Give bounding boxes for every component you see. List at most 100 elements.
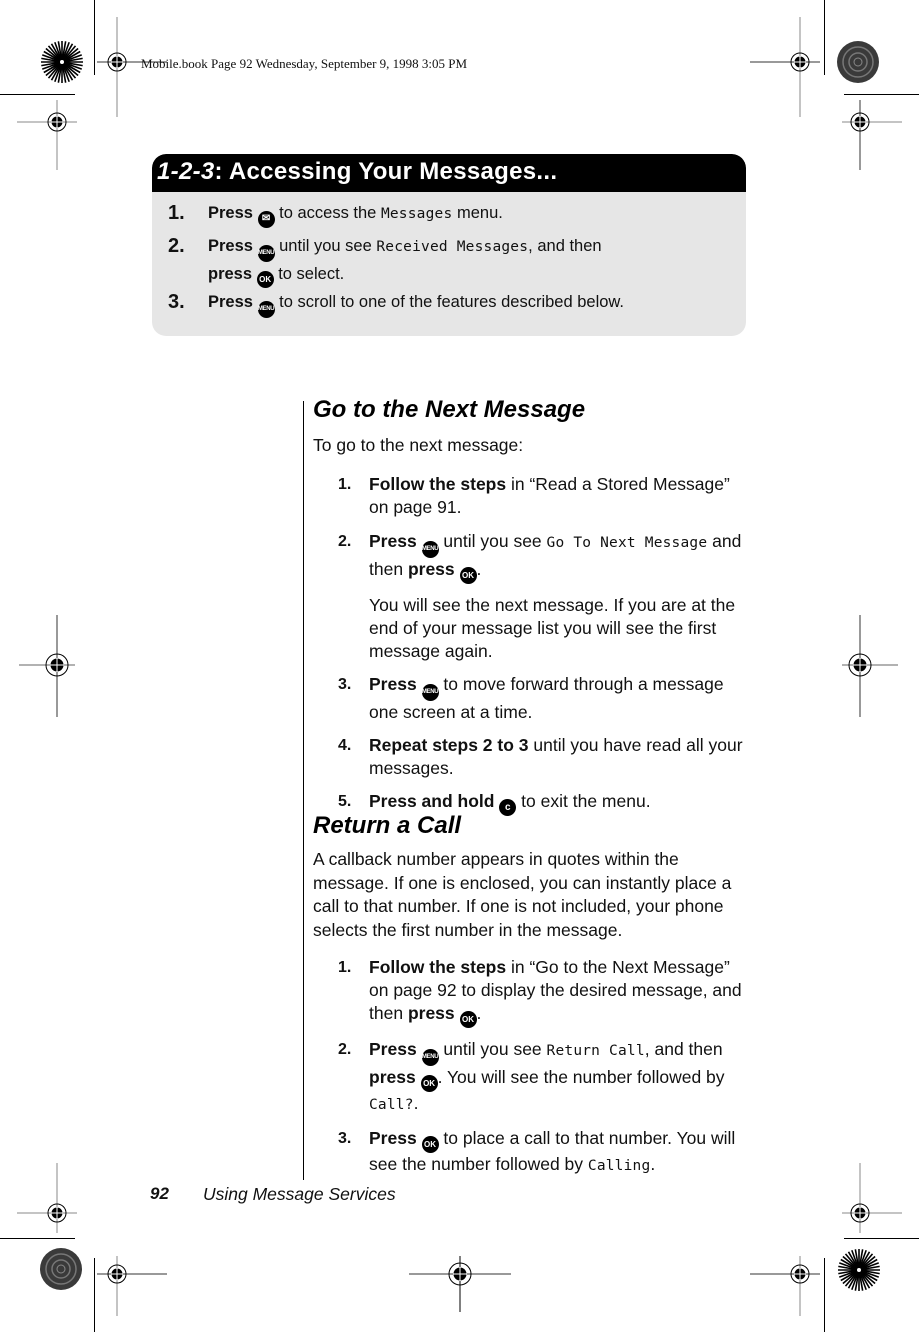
- step-text: Follow the steps in “Read a Stored Messa…: [369, 474, 730, 517]
- bold-text: Repeat steps 2 to 3: [369, 734, 529, 755]
- bold-text: Press: [369, 530, 422, 551]
- registration-mark-icon: [97, 1256, 167, 1316]
- menu-icon: MENU: [421, 1049, 439, 1066]
- list-item: 3. Press OK to place a call to that numbe…: [313, 1127, 749, 1178]
- registration-mark-icon: [409, 1256, 511, 1312]
- plain-text: . You will see the number followed by: [437, 1067, 725, 1087]
- plain-text: .: [476, 1003, 482, 1023]
- crop-mark: [824, 0, 825, 75]
- plain-text: .: [413, 1093, 419, 1113]
- menu-icon: MENU: [257, 301, 275, 318]
- plain-text: menu.: [452, 204, 503, 222]
- plain-text: to exit the menu.: [516, 790, 651, 811]
- crop-mark: [94, 1258, 95, 1332]
- ok-icon: OK: [256, 271, 274, 288]
- step-number: 4.: [338, 736, 352, 754]
- envelope-icon: ✉: [257, 211, 275, 228]
- crop-mark: [94, 0, 95, 75]
- section-heading: Return a Call: [313, 812, 462, 839]
- menu-icon: MENU: [421, 540, 439, 558]
- step-number: 1.: [338, 475, 352, 493]
- bold-text: Follow the steps: [369, 473, 507, 494]
- crop-mark: [0, 1238, 75, 1239]
- ok-icon: OK: [421, 1136, 439, 1153]
- crop-mark: [824, 1258, 825, 1332]
- list-item: 1. Follow the steps in “Go to the Next Me…: [313, 956, 749, 1028]
- list-item: 3. Press MENU to move forward through a m…: [313, 673, 749, 724]
- registration-mark-icon: [842, 1163, 902, 1233]
- plain-text: , and then: [644, 1039, 723, 1059]
- step-text: Follow the steps in “Go to the Next Mess…: [369, 957, 742, 1028]
- starburst-target-icon: [41, 41, 83, 83]
- plain-text: until you see: [438, 1039, 547, 1059]
- plain-text: to access the: [274, 204, 381, 222]
- step-text: Press MENU to scroll to one of the featu…: [208, 290, 746, 318]
- bold-text: press: [208, 265, 257, 283]
- print-slug: Mobile.book Page 92 Wednesday, September…: [141, 56, 468, 71]
- gray-target-icon: [40, 1248, 82, 1290]
- bold-text: Press: [369, 1039, 422, 1059]
- section-next-message: Go to the Next Message To go to the next…: [313, 396, 749, 816]
- step-text: Press OK to place a call to that number.…: [369, 1128, 735, 1174]
- registration-mark-icon: [842, 615, 898, 717]
- step-text: Repeat steps 2 to 3 until you have read …: [369, 735, 743, 778]
- display-text: Call?: [369, 1097, 414, 1113]
- plain-text: until you see: [438, 530, 547, 551]
- page-number: 92: [150, 1184, 169, 1203]
- registration-mark-icon: [17, 100, 77, 170]
- step-text: Press MENU until you see Return Call, an…: [369, 1039, 725, 1113]
- registration-mark-icon: [750, 17, 820, 117]
- list-item: 1. Follow the steps in “Read a Stored Mes…: [313, 473, 749, 519]
- plain-text: , and then: [528, 237, 602, 255]
- registration-mark-icon: [842, 100, 902, 170]
- step-number: 5.: [338, 792, 352, 810]
- list-item: 2. Press MENU until you see Return Call, …: [313, 1038, 749, 1117]
- step-number: 2.: [338, 532, 352, 550]
- plain-text: to move forward through a message one sc…: [369, 673, 724, 722]
- plain-text: .: [476, 558, 482, 579]
- plain-text: until you see: [274, 237, 377, 255]
- bold-text: Press: [369, 673, 422, 694]
- title-prefix: 1-2-3: [157, 158, 215, 185]
- ok-icon: OK: [459, 1011, 477, 1028]
- bold-text: press: [369, 1067, 421, 1087]
- registration-mark-icon: [750, 1256, 820, 1316]
- section-heading: Go to the Next Message: [313, 396, 586, 423]
- display-text: Calling: [587, 1158, 651, 1174]
- section-intro: A callback number appears in quotes with…: [313, 849, 732, 940]
- step-number: 2.: [338, 1041, 352, 1058]
- quick-steps-box: 1-2-3: Accessing Your Messages... 1. Pres…: [152, 154, 746, 336]
- crop-mark: [0, 94, 75, 95]
- title-rest: : Accessing Your Messages...: [214, 158, 558, 185]
- ok-icon: OK: [459, 566, 477, 584]
- bold-text: press: [407, 1003, 460, 1023]
- list-item: 4. Repeat steps 2 to 3 until you have rea…: [313, 734, 749, 780]
- bold-text: press: [407, 558, 460, 579]
- bold-text: Follow the steps: [369, 957, 507, 977]
- starburst-target-icon: [838, 1249, 880, 1291]
- step-number: 3.: [338, 1130, 352, 1147]
- plain-text: to place a call to that number. You will…: [369, 1128, 736, 1174]
- list-item: 2. Press MENU until you see Go To Next Me…: [313, 530, 749, 663]
- display-text: Messages: [380, 206, 453, 222]
- step-text: Press MENU to move forward through a mes…: [369, 674, 724, 722]
- plain-text: to select.: [273, 265, 345, 283]
- step-number: 3.: [168, 291, 185, 313]
- step-text: Press ✉ to access the Messages menu.: [208, 201, 746, 228]
- step-number: 1.: [168, 202, 185, 224]
- plain-text: .: [650, 1154, 656, 1174]
- column-rule: [303, 401, 304, 1180]
- plain-text: to scroll to one of the features describ…: [274, 293, 625, 311]
- registration-mark-icon: [19, 615, 75, 717]
- step-number: 2.: [168, 235, 185, 257]
- quick-steps-title: 1-2-3: Accessing Your Messages...: [152, 154, 746, 192]
- step-note: You will see the next message. If you ar…: [369, 594, 736, 661]
- registration-mark-icon: [17, 1163, 77, 1233]
- menu-icon: MENU: [257, 245, 275, 262]
- section-return-call: Return a Call A callback number appears …: [313, 812, 749, 1178]
- bold-text: Press: [369, 1128, 422, 1148]
- menu-icon: MENU: [421, 683, 439, 701]
- bold-text: Press: [208, 237, 258, 255]
- bold-text: Press: [208, 204, 258, 222]
- chapter-title: Using Message Services: [203, 1184, 396, 1204]
